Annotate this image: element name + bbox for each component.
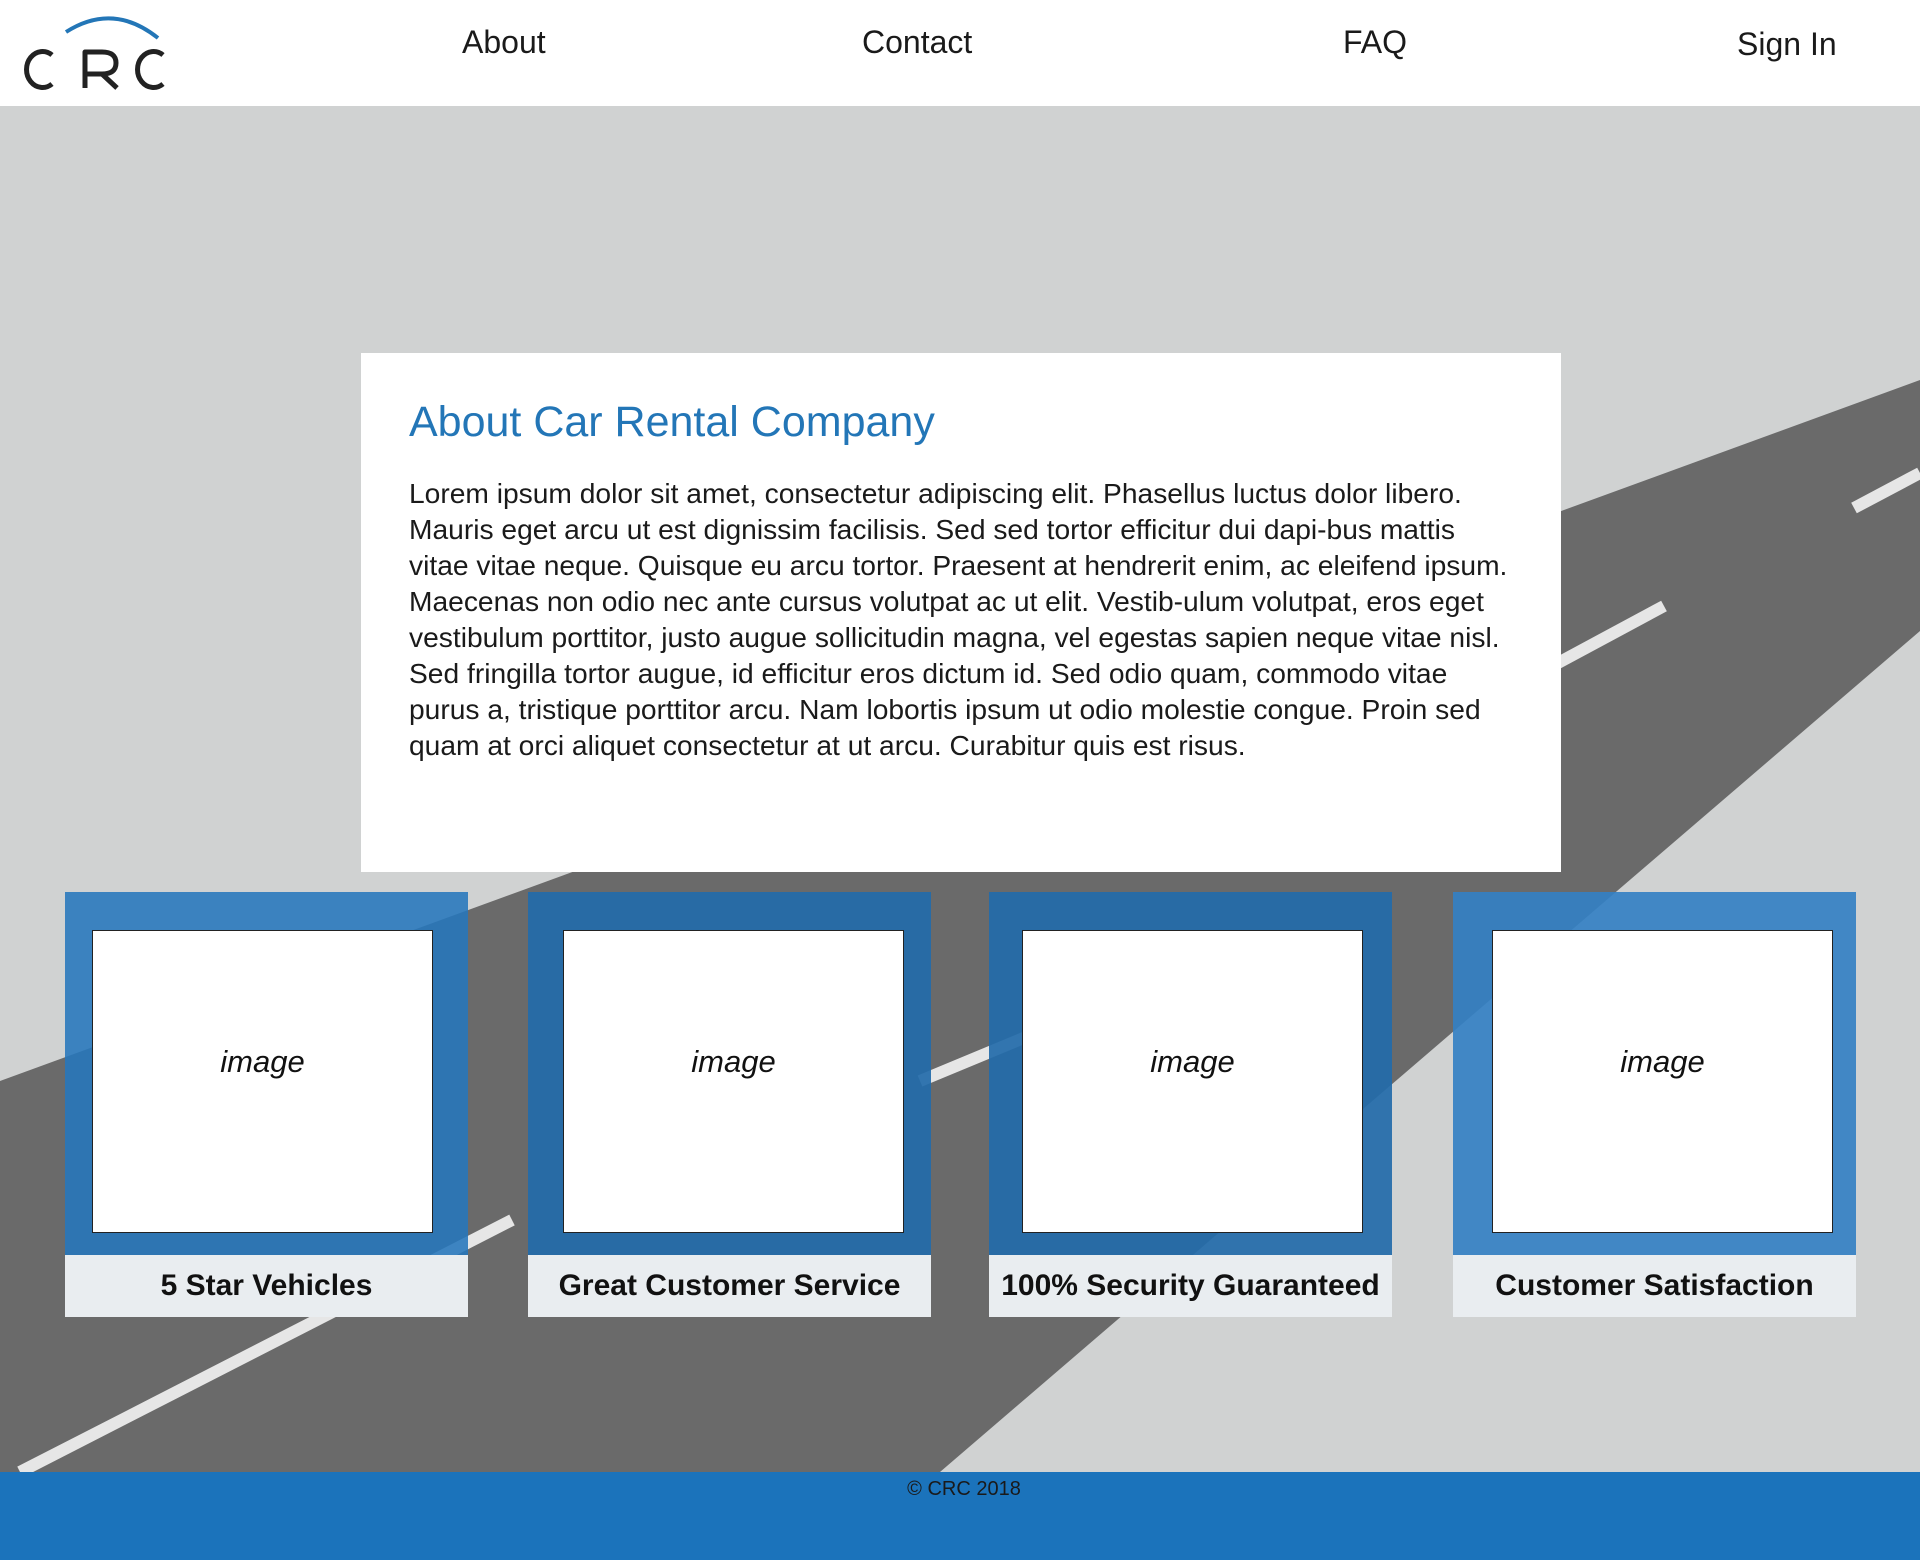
about-card: About Car Rental Company Lorem ipsum dol… (361, 353, 1561, 872)
feature-frame: image (1453, 892, 1856, 1255)
feature-frame: image (528, 892, 931, 1255)
crc-logo[interactable] (18, 10, 173, 95)
site-header: About Contact FAQ Sign In (0, 0, 1920, 106)
feature-caption: Customer Satisfaction (1453, 1255, 1856, 1317)
image-placeholder: image (92, 930, 433, 1233)
feature-card-customer-satisfaction[interactable]: image Customer Satisfaction (1453, 892, 1856, 1317)
feature-card-security[interactable]: image 100% Security Guaranteed (989, 892, 1392, 1317)
footer-copyright: © CRC 2018 (907, 1478, 1021, 1500)
nav-faq-link[interactable]: FAQ (1343, 22, 1407, 62)
image-placeholder-label: image (1620, 1043, 1705, 1079)
feature-frame: image (65, 892, 468, 1255)
site-footer: © CRC 2018 (0, 1472, 1920, 1563)
nav-contact-link[interactable]: Contact (862, 22, 972, 62)
image-placeholder-label: image (691, 1043, 776, 1079)
image-placeholder: image (1022, 930, 1363, 1233)
feature-caption: Great Customer Service (528, 1255, 931, 1317)
feature-frame: image (989, 892, 1392, 1255)
about-title: About Car Rental Company (409, 398, 935, 446)
nav-about-link[interactable]: About (462, 22, 546, 62)
feature-caption: 5 Star Vehicles (65, 1255, 468, 1317)
feature-card-customer-service[interactable]: image Great Customer Service (528, 892, 931, 1317)
image-placeholder-label: image (1150, 1043, 1235, 1079)
image-placeholder: image (1492, 930, 1833, 1233)
crc-logo-graphic (24, 16, 165, 90)
about-body-text: Lorem ipsum dolor sit amet, consectetur … (409, 477, 1508, 761)
image-placeholder: image (563, 930, 904, 1233)
image-placeholder-label: image (220, 1043, 305, 1079)
hero-section: About Car Rental Company Lorem ipsum dol… (0, 106, 1920, 1472)
feature-caption: 100% Security Guaranteed (989, 1255, 1392, 1317)
feature-card-5-star-vehicles[interactable]: image 5 Star Vehicles (65, 892, 468, 1317)
nav-sign-in-link[interactable]: Sign In (1737, 24, 1837, 64)
